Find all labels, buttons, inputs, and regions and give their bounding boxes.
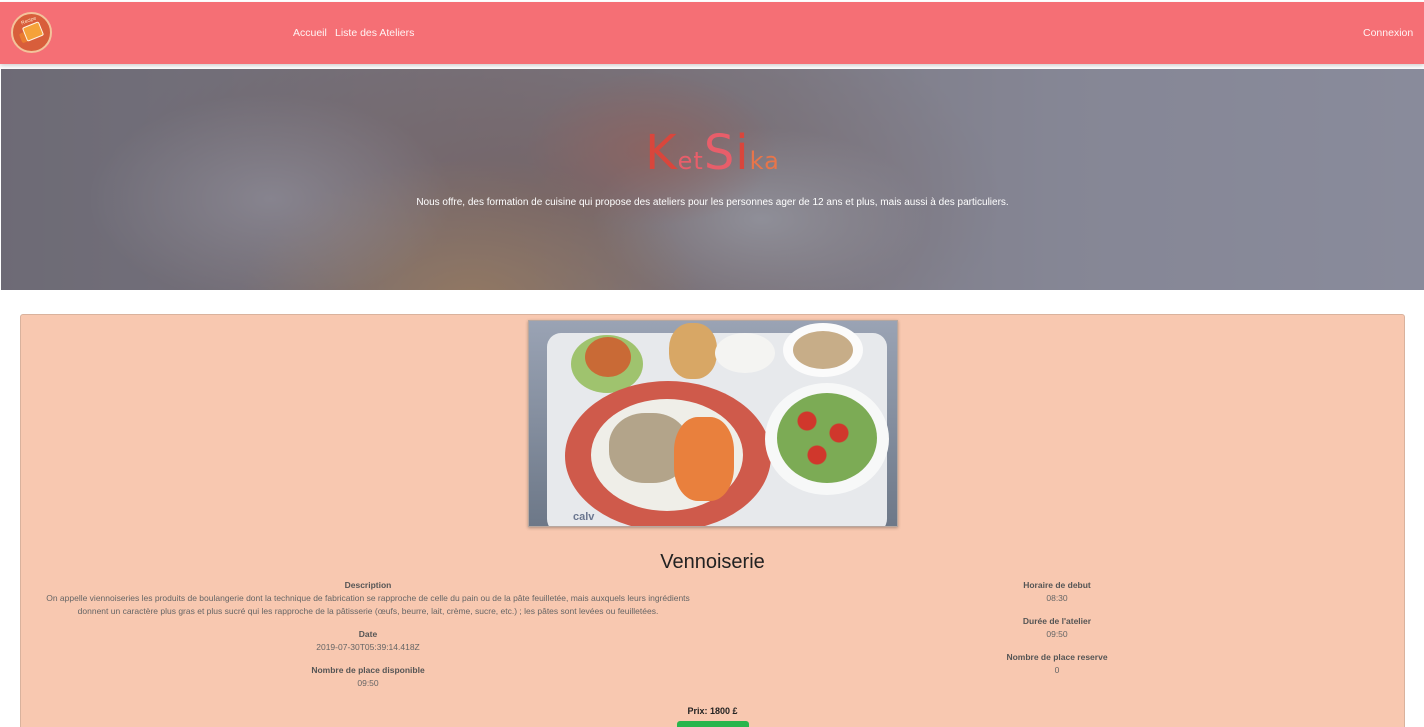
dessert [793, 331, 853, 369]
nav-link-accueil[interactable]: Accueil [293, 27, 327, 39]
brand-letter-i: i [735, 125, 750, 181]
nav-link-liste-ateliers[interactable]: Liste des Ateliers [335, 27, 414, 39]
brand-letter-k: K [645, 125, 678, 181]
date-label: Date [358, 629, 378, 639]
navbar: Recipe Accueil Liste des Ateliers Connex… [0, 2, 1424, 64]
atelier-card: calv Vennoiserie Description On appelle … [20, 314, 1405, 727]
carrots [674, 417, 734, 501]
logo-icon[interactable]: Recipe [11, 12, 52, 53]
date-value: 2019-07-30T05:39:14.418Z [316, 642, 420, 652]
description-text: On appelle viennoiseries les produits de… [46, 593, 690, 616]
brand-letter-s: S [703, 125, 736, 181]
atelier-photo: calv [528, 320, 898, 527]
description-label: Description [344, 580, 392, 590]
horaire-value: 08:30 [1046, 593, 1068, 603]
nav-link-connexion[interactable]: Connexion [1363, 27, 1413, 39]
brand-letters-et: et [677, 147, 704, 175]
hero-banner: KetSika Nous offre, des formation de cui… [1, 69, 1424, 290]
places-reserve-value: 0 [1054, 665, 1060, 675]
atelier-title: Vennoiserie [660, 551, 765, 573]
duree-value: 09:50 [1046, 629, 1068, 639]
tray-brand-text: calv [573, 511, 595, 523]
bread [669, 323, 717, 379]
cup [715, 333, 775, 373]
places-reserve-label: Nombre de place reserve [1006, 652, 1108, 662]
brand-title: KetSika [1, 129, 1424, 177]
hero-subtitle: Nous offre, des formation de cuisine qui… [416, 197, 1009, 208]
salad [777, 393, 877, 483]
tart [585, 337, 631, 377]
price: Prix: 1800 £ [687, 706, 738, 716]
reserve-button[interactable] [677, 721, 749, 727]
places-dispo-label: Nombre de place disponible [311, 665, 425, 675]
places-dispo-value: 09:50 [357, 678, 379, 688]
horaire-label: Horaire de debut [1023, 580, 1091, 590]
duree-label: Durée de l'atelier [1022, 616, 1092, 626]
brand-letters-ka: ka [749, 147, 780, 175]
